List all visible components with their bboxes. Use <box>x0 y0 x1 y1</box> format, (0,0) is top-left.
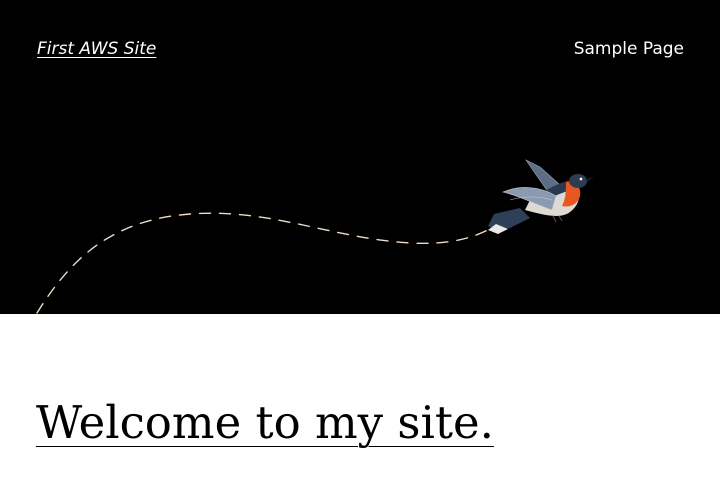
flight-path-trail <box>36 212 496 314</box>
site-title-link[interactable]: First AWS Site <box>37 39 156 59</box>
hummingbird-icon <box>488 159 594 234</box>
main-content: Welcome to my site. <box>0 314 720 480</box>
nav-link-sample-page[interactable]: Sample Page <box>574 39 684 59</box>
hero-banner: First AWS Site Sample Page <box>0 0 720 314</box>
page-title[interactable]: Welcome to my site. <box>36 400 494 445</box>
